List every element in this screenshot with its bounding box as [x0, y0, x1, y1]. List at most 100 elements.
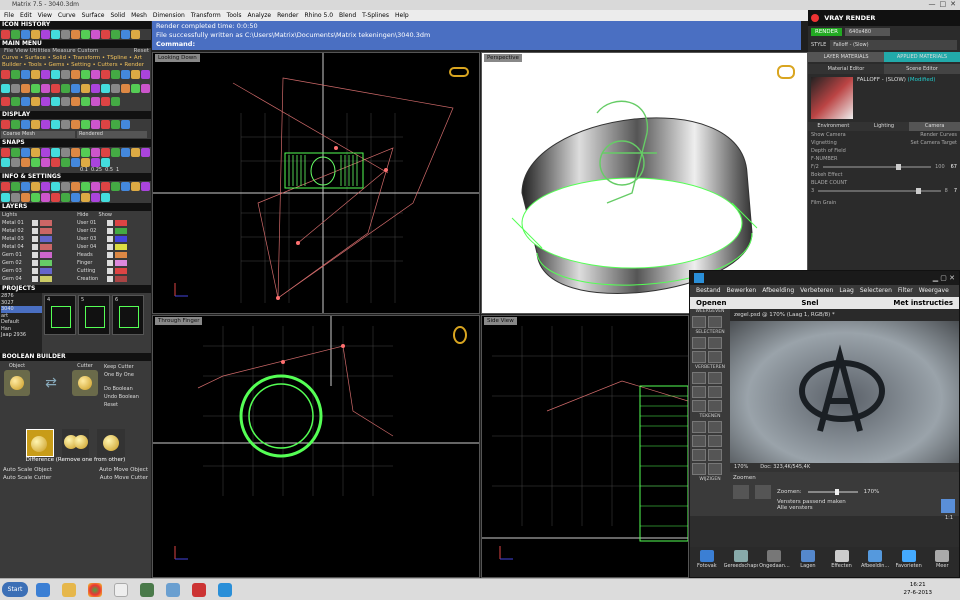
layer-name[interactable]: User 03 — [77, 235, 105, 243]
tab-layer-materials[interactable]: LAYER MATERIALS — [808, 52, 884, 62]
snap-value[interactable]: 0.5 — [105, 167, 113, 173]
history-tool-icon[interactable] — [81, 30, 90, 39]
tool-icon[interactable] — [111, 83, 120, 93]
layer-name[interactable]: Gem 04 — [2, 275, 30, 283]
one-to-one-icon[interactable] — [941, 499, 955, 513]
main-menu-tabs[interactable]: File View Utilities Measure Custom — [2, 48, 98, 55]
menu-item[interactable]: T-Splines — [362, 10, 389, 21]
menu-row-2[interactable]: Builder • Tools • Gems • Setting • Cutte… — [0, 62, 151, 69]
display-mode-select-2[interactable]: Rendered — [77, 131, 147, 138]
pe-mode-select[interactable]: Openen — [696, 297, 726, 309]
menu-item[interactable]: Blend — [339, 10, 356, 21]
viewport-side-view[interactable]: Side View — [481, 315, 689, 578]
layer-visibility-checkbox[interactable] — [107, 236, 113, 242]
display-tool-icon[interactable] — [21, 120, 30, 129]
tool-icon[interactable] — [11, 97, 20, 107]
layer-name[interactable]: User 04 — [77, 243, 105, 251]
pe-menu-item[interactable]: Laag — [839, 285, 854, 297]
clock-date[interactable]: 27-6-2013 — [904, 589, 932, 597]
move-tool-icon[interactable] — [692, 337, 706, 349]
layer-name[interactable]: User 02 — [77, 227, 105, 235]
tool-icon[interactable] — [111, 97, 120, 107]
union-mode-button[interactable] — [61, 429, 90, 457]
layer-visibility-checkbox[interactable] — [32, 236, 38, 242]
maximize-icon[interactable]: □ — [940, 0, 947, 10]
display-tool-icon[interactable] — [51, 120, 60, 129]
boolean-builder-header[interactable]: BOOLEAN BUILDER — [0, 353, 151, 361]
layer-color-swatch[interactable] — [115, 268, 127, 274]
layer-name[interactable]: Cutting — [77, 267, 105, 275]
layer-color-swatch[interactable] — [115, 244, 127, 250]
layer-visibility-checkbox[interactable] — [32, 244, 38, 250]
marquee-tool-icon[interactable] — [708, 337, 722, 349]
display-header[interactable]: DISPLAY — [0, 111, 151, 119]
pe-action-button[interactable]: Fotovak — [690, 550, 724, 577]
snap-tool-icon[interactable] — [101, 158, 110, 167]
tool-icon[interactable] — [21, 97, 30, 107]
tool-icon[interactable] — [91, 97, 100, 107]
history-tool-icon[interactable] — [1, 30, 10, 39]
display-tool-icon[interactable] — [91, 120, 100, 129]
reset-boolean-button[interactable]: Reset — [104, 401, 149, 409]
minimize-icon[interactable]: — — [929, 0, 936, 10]
layer-visibility-checkbox[interactable] — [32, 268, 38, 274]
paint-bucket-icon[interactable] — [692, 435, 706, 447]
zoom-out-icon[interactable] — [755, 485, 771, 499]
snap-tool-icon[interactable] — [51, 158, 60, 167]
projects-header[interactable]: PROJECTS — [0, 285, 151, 293]
display-mode-select[interactable]: Coarse Mesh — [1, 131, 75, 138]
layers-header[interactable]: LAYERS — [0, 203, 151, 211]
tool-icon[interactable] — [61, 97, 70, 107]
blade-value[interactable]: 7 — [954, 187, 957, 195]
tab-material-editor[interactable]: Material Editor — [808, 64, 884, 74]
tool-icon[interactable] — [81, 83, 90, 93]
hand-tool-icon[interactable] — [708, 316, 722, 328]
healing-tool-icon[interactable] — [708, 372, 722, 384]
history-tool-icon[interactable] — [111, 30, 120, 39]
pe-menu-item[interactable]: Selecteren — [860, 285, 892, 297]
eraser-tool-icon[interactable] — [708, 421, 722, 433]
all-windows-checkbox[interactable]: Alle vensters — [777, 505, 956, 511]
tool-icon[interactable] — [61, 83, 70, 93]
layer-visibility-checkbox[interactable] — [107, 244, 113, 250]
layer-name[interactable]: Gem 02 — [2, 259, 30, 267]
render-preview-icon[interactable] — [777, 65, 795, 79]
info-tool-icon[interactable] — [1, 192, 10, 202]
pe-action-button[interactable]: Lagen — [791, 550, 825, 577]
pe-menu-item[interactable]: Afbeelding — [762, 285, 794, 297]
tool-icon[interactable] — [31, 83, 40, 93]
start-button[interactable]: Start — [2, 582, 28, 597]
info-tool-icon[interactable] — [101, 192, 110, 202]
menu-item[interactable]: Mesh — [131, 10, 147, 21]
layer-visibility-checkbox[interactable] — [107, 260, 113, 266]
layer-color-swatch[interactable] — [115, 220, 127, 226]
keep-cutter-option[interactable]: Keep Cutter — [104, 363, 149, 371]
menu-item[interactable]: Edit — [20, 10, 32, 21]
spreadsheet-icon[interactable] — [140, 583, 154, 597]
layers-hide[interactable]: Hide — [77, 211, 88, 219]
snap-tool-icon[interactable] — [101, 148, 110, 157]
reset-button[interactable]: Reset — [132, 48, 149, 55]
tool-icon[interactable] — [1, 70, 10, 79]
difference-mode-button[interactable] — [26, 429, 54, 457]
layer-name[interactable]: Metal 03 — [2, 235, 30, 243]
info-tool-icon[interactable] — [61, 192, 70, 202]
layer-visibility-checkbox[interactable] — [107, 228, 113, 234]
tool-icon[interactable] — [111, 70, 120, 79]
tool-icon[interactable] — [81, 70, 90, 79]
pencil-tool-icon[interactable] — [692, 421, 706, 433]
history-tool-icon[interactable] — [91, 30, 100, 39]
layer-name[interactable]: Heads — [77, 251, 105, 259]
type-tool-icon[interactable] — [692, 463, 706, 475]
snap-tool-icon[interactable] — [11, 158, 20, 167]
display-tool-icon[interactable] — [41, 120, 50, 129]
snap-tool-icon[interactable] — [81, 158, 90, 167]
tool-icon[interactable] — [21, 83, 30, 93]
one-by-one-option[interactable]: One By One — [104, 371, 149, 379]
tab-camera[interactable]: Camera — [909, 122, 960, 131]
gradient-tool-icon[interactable] — [708, 435, 722, 447]
command-prompt[interactable]: Command: — [156, 40, 797, 49]
material-preview[interactable] — [811, 77, 853, 119]
layer-visibility-checkbox[interactable] — [32, 276, 38, 282]
snap-tool-icon[interactable] — [1, 148, 10, 157]
